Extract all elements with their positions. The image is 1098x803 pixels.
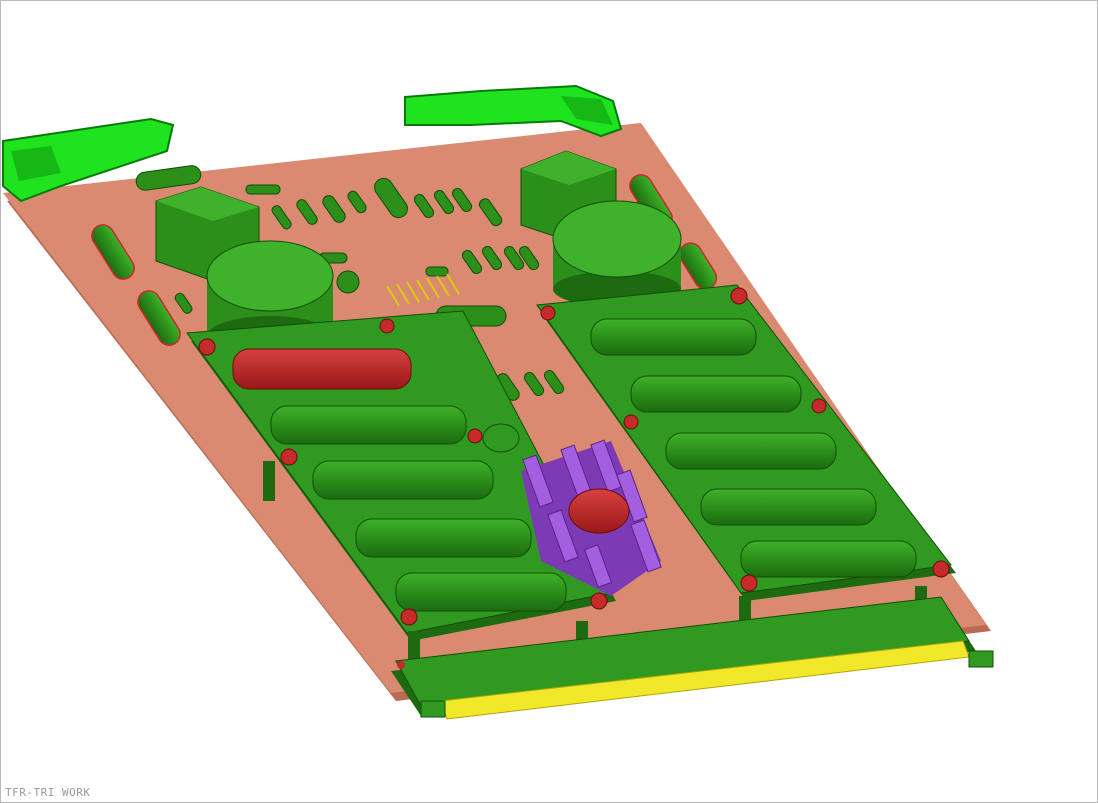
pcb-assembly-3d-icon bbox=[1, 84, 994, 720]
cad-viewport[interactable]: TFR-TRI WORK bbox=[0, 0, 1098, 803]
board-clip-right bbox=[404, 84, 623, 138]
viewport-status-label: TFR-TRI WORK bbox=[5, 786, 91, 799]
cylinder-right bbox=[552, 200, 682, 307]
